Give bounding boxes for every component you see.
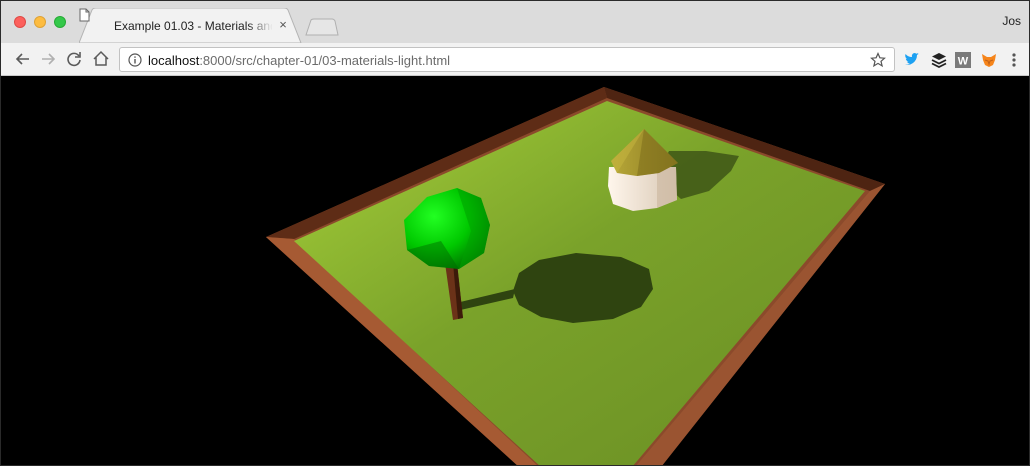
profile-button[interactable]: Jos — [1002, 14, 1021, 28]
browser-window: Example 01.03 - Materials and × Jos loca… — [0, 0, 1030, 466]
home-icon[interactable] — [91, 49, 111, 69]
forward-arrow-icon[interactable] — [38, 49, 58, 69]
window-maximize-button[interactable] — [54, 16, 66, 28]
url-text[interactable]: localhost:8000/src/chapter-01/03-materia… — [148, 53, 450, 68]
new-tab-button[interactable] — [305, 18, 339, 36]
tab-title-fade — [247, 16, 273, 36]
menu-icon[interactable] — [1005, 51, 1023, 69]
url-path: :8000/src/chapter-01/03-materials-light.… — [199, 53, 451, 68]
document-icon — [79, 8, 90, 22]
url-host: localhost — [148, 53, 200, 68]
info-icon[interactable] — [128, 53, 142, 67]
star-icon[interactable] — [870, 52, 886, 68]
scene-canvas[interactable] — [1, 76, 1029, 465]
window-close-button[interactable] — [14, 16, 26, 28]
buffer-icon[interactable] — [930, 51, 948, 69]
w-icon[interactable]: W — [954, 51, 972, 69]
tab-strip: Example 01.03 - Materials and × Jos — [1, 1, 1029, 43]
tab-active[interactable]: Example 01.03 - Materials and × — [79, 8, 309, 43]
metamask-icon[interactable] — [980, 51, 998, 69]
w-icon-label: W — [958, 56, 969, 68]
back-arrow-icon[interactable] — [13, 49, 33, 69]
twitter-icon[interactable] — [903, 51, 921, 69]
reload-icon[interactable] — [64, 49, 84, 69]
toolbar: localhost:8000/src/chapter-01/03-materia… — [1, 43, 1029, 76]
address-bar[interactable]: localhost:8000/src/chapter-01/03-materia… — [119, 47, 895, 72]
webgl-viewport[interactable] — [1, 76, 1029, 465]
window-minimize-button[interactable] — [34, 16, 46, 28]
tab-close-button[interactable]: × — [276, 17, 290, 33]
